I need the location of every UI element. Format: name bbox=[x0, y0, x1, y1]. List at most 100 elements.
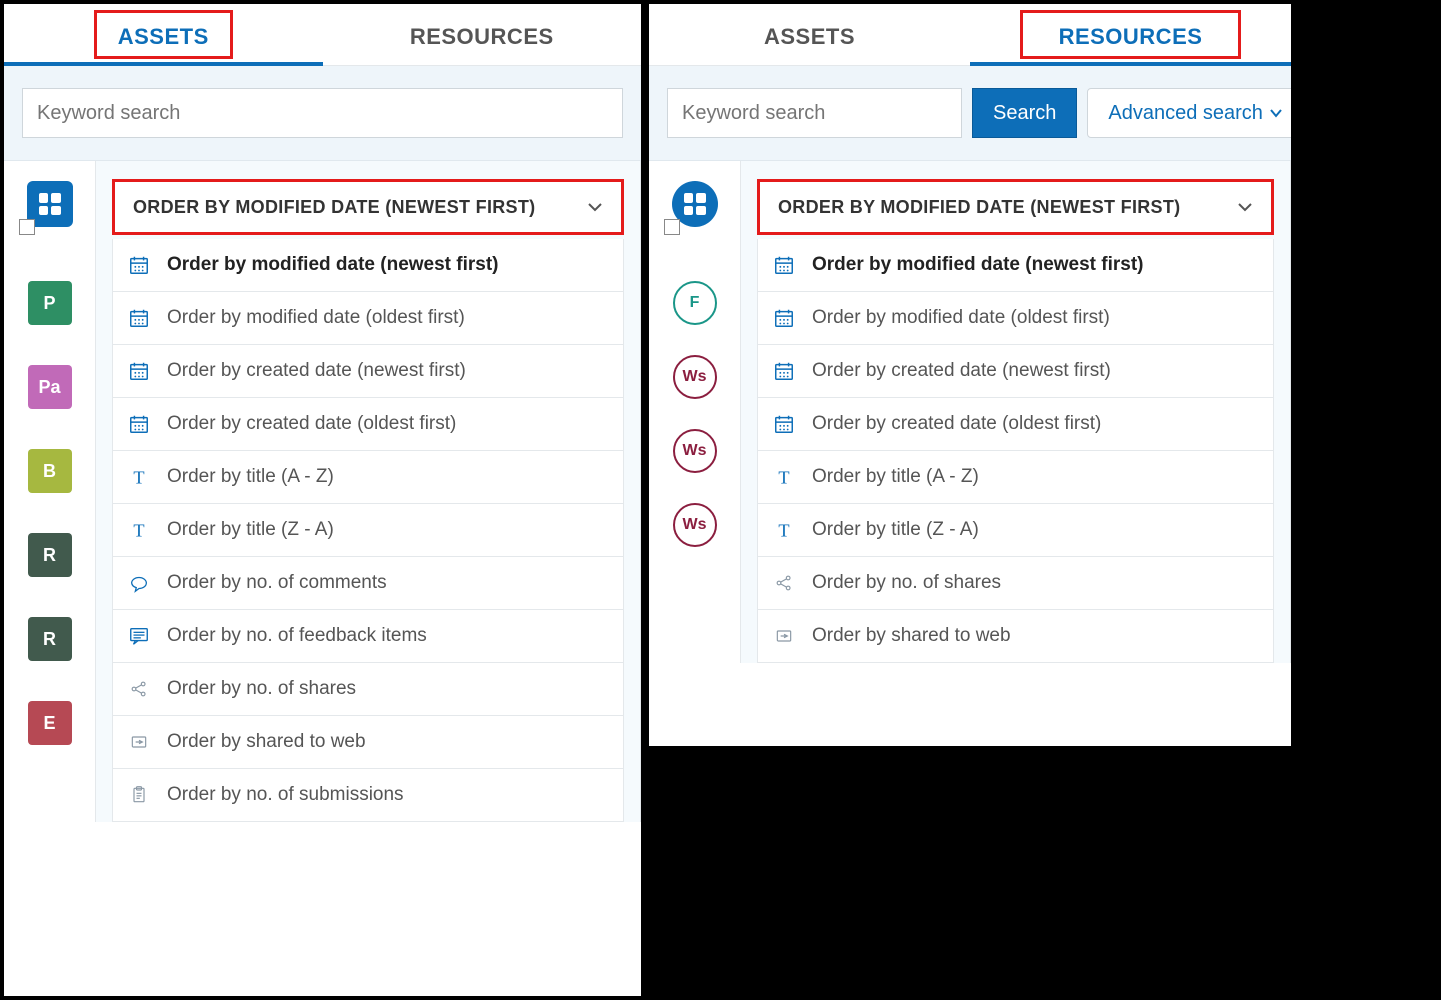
sort-column: ORDER BY MODIFIED DATE (NEWEST FIRST) Or… bbox=[96, 161, 641, 822]
sort-option[interactable]: Order by created date (newest first) bbox=[113, 345, 623, 398]
asset-type-badge[interactable]: R bbox=[28, 617, 72, 661]
T-icon: T bbox=[772, 465, 796, 489]
sort-option-label: Order by created date (oldest first) bbox=[167, 413, 456, 435]
T-icon: T bbox=[127, 518, 151, 542]
sort-option[interactable]: Order by created date (oldest first) bbox=[113, 398, 623, 451]
sort-option-label: Order by shared to web bbox=[167, 731, 366, 753]
sort-dropdown-list: Order by modified date (newest first) Or… bbox=[112, 239, 624, 822]
search-button[interactable]: Search bbox=[972, 88, 1077, 138]
asset-type-badge[interactable]: E bbox=[28, 701, 72, 745]
select-all-checkbox[interactable] bbox=[664, 219, 680, 235]
sort-option[interactable]: Order by shared to web bbox=[113, 716, 623, 769]
tab-assets[interactable]: ASSETS bbox=[4, 4, 323, 65]
sort-option-label: Order by created date (newest first) bbox=[812, 360, 1111, 382]
T-icon: T bbox=[127, 465, 151, 489]
sharedweb-icon bbox=[127, 730, 151, 754]
advanced-search-button[interactable]: Advanced search bbox=[1087, 88, 1295, 138]
side-column: F Ws Ws Ws bbox=[649, 161, 741, 663]
resource-type-badge[interactable]: Ws bbox=[673, 355, 717, 399]
search-bar bbox=[4, 66, 641, 161]
sort-option-label: Order by no. of feedback items bbox=[167, 625, 427, 647]
sort-option[interactable]: Order by no. of submissions bbox=[113, 769, 623, 821]
tab-assets[interactable]: ASSETS bbox=[649, 4, 970, 65]
tab-resources[interactable]: RESOURCES bbox=[970, 4, 1291, 65]
view-toggle-grid[interactable] bbox=[670, 179, 720, 229]
calendar-icon bbox=[772, 359, 796, 383]
sort-option[interactable]: Order by modified date (newest first) bbox=[113, 239, 623, 292]
sort-option[interactable]: Order by no. of comments bbox=[113, 557, 623, 610]
sort-option[interactable]: Order by modified date (newest first) bbox=[758, 239, 1273, 292]
sort-option[interactable]: Order by modified date (oldest first) bbox=[758, 292, 1273, 345]
sort-option-label: Order by no. of comments bbox=[167, 572, 387, 594]
panel-assets: ASSETS RESOURCES PPaBRRE bbox=[0, 0, 645, 1000]
sort-option[interactable]: Order by created date (oldest first) bbox=[758, 398, 1273, 451]
sort-trigger-label: ORDER BY MODIFIED DATE (NEWEST FIRST) bbox=[778, 197, 1180, 218]
T-icon: T bbox=[772, 518, 796, 542]
sort-option-label: Order by no. of shares bbox=[812, 572, 1001, 594]
calendar-icon bbox=[772, 306, 796, 330]
asset-type-badge[interactable]: B bbox=[28, 449, 72, 493]
tab-resources-label: RESOURCES bbox=[410, 24, 554, 50]
sort-option[interactable]: T Order by title (Z - A) bbox=[113, 504, 623, 557]
asset-type-badge[interactable]: Pa bbox=[28, 365, 72, 409]
svg-text:T: T bbox=[778, 467, 789, 487]
svg-text:T: T bbox=[133, 467, 144, 487]
resource-type-badge[interactable]: Ws bbox=[673, 503, 717, 547]
sort-option-label: Order by modified date (oldest first) bbox=[167, 307, 465, 329]
calendar-icon bbox=[127, 359, 151, 383]
calendar-icon bbox=[127, 306, 151, 330]
view-toggle-grid[interactable] bbox=[25, 179, 75, 229]
tab-assets-label: ASSETS bbox=[118, 24, 209, 50]
tab-resources[interactable]: RESOURCES bbox=[323, 4, 642, 65]
sort-option-label: Order by created date (oldest first) bbox=[812, 413, 1101, 435]
sort-dropdown-trigger[interactable]: ORDER BY MODIFIED DATE (NEWEST FIRST) bbox=[112, 179, 624, 235]
sort-trigger-label: ORDER BY MODIFIED DATE (NEWEST FIRST) bbox=[133, 197, 535, 218]
asset-type-badge[interactable]: P bbox=[28, 281, 72, 325]
share-icon bbox=[772, 571, 796, 595]
sort-option-label: Order by modified date (newest first) bbox=[167, 254, 499, 276]
sort-option[interactable]: Order by no. of feedback items bbox=[113, 610, 623, 663]
search-bar: Search Advanced search bbox=[649, 66, 1291, 161]
sort-option-label: Order by title (A - Z) bbox=[167, 466, 334, 488]
sort-option-label: Order by modified date (oldest first) bbox=[812, 307, 1110, 329]
calendar-icon bbox=[127, 253, 151, 277]
sort-option[interactable]: T Order by title (Z - A) bbox=[758, 504, 1273, 557]
comment-icon bbox=[127, 571, 151, 595]
chevron-down-icon bbox=[1237, 199, 1253, 215]
content-row: PPaBRRE ORDER BY MODIFIED DATE (NEWEST F… bbox=[4, 161, 641, 822]
tabs: ASSETS RESOURCES bbox=[4, 4, 641, 66]
search-button-label: Search bbox=[993, 102, 1056, 125]
share-icon bbox=[127, 677, 151, 701]
sort-option[interactable]: Order by no. of shares bbox=[758, 557, 1273, 610]
sort-option[interactable]: Order by shared to web bbox=[758, 610, 1273, 662]
sort-option-label: Order by title (Z - A) bbox=[812, 519, 979, 541]
advanced-search-label: Advanced search bbox=[1108, 102, 1263, 125]
sort-dropdown-list: Order by modified date (newest first) Or… bbox=[757, 239, 1274, 663]
svg-text:T: T bbox=[133, 520, 144, 540]
sort-dropdown-trigger[interactable]: ORDER BY MODIFIED DATE (NEWEST FIRST) bbox=[757, 179, 1274, 235]
resource-type-badge[interactable]: F bbox=[673, 281, 717, 325]
calendar-icon bbox=[772, 412, 796, 436]
search-input[interactable] bbox=[22, 88, 623, 138]
tab-assets-label: ASSETS bbox=[764, 24, 855, 50]
search-input[interactable] bbox=[667, 88, 962, 138]
sort-option-label: Order by no. of submissions bbox=[167, 784, 404, 806]
select-all-checkbox[interactable] bbox=[19, 219, 35, 235]
sort-option[interactable]: Order by no. of shares bbox=[113, 663, 623, 716]
sort-option-label: Order by shared to web bbox=[812, 625, 1011, 647]
sort-option[interactable]: T Order by title (A - Z) bbox=[758, 451, 1273, 504]
resource-type-badge[interactable]: Ws bbox=[673, 429, 717, 473]
panel-resources: ASSETS RESOURCES Search Advanced search bbox=[645, 0, 1295, 750]
sort-option-label: Order by no. of shares bbox=[167, 678, 356, 700]
side-column: PPaBRRE bbox=[4, 161, 96, 822]
content-row: F Ws Ws Ws ORDER BY MODIFIED DATE (NEWEST F… bbox=[649, 161, 1291, 663]
sort-option-label: Order by created date (newest first) bbox=[167, 360, 466, 382]
sort-option[interactable]: Order by created date (newest first) bbox=[758, 345, 1273, 398]
asset-type-badge[interactable]: R bbox=[28, 533, 72, 577]
sort-option[interactable]: Order by modified date (oldest first) bbox=[113, 292, 623, 345]
calendar-icon bbox=[772, 253, 796, 277]
sort-option[interactable]: T Order by title (A - Z) bbox=[113, 451, 623, 504]
sort-option-label: Order by modified date (newest first) bbox=[812, 254, 1144, 276]
feedback-icon bbox=[127, 624, 151, 648]
sort-option-label: Order by title (Z - A) bbox=[167, 519, 334, 541]
